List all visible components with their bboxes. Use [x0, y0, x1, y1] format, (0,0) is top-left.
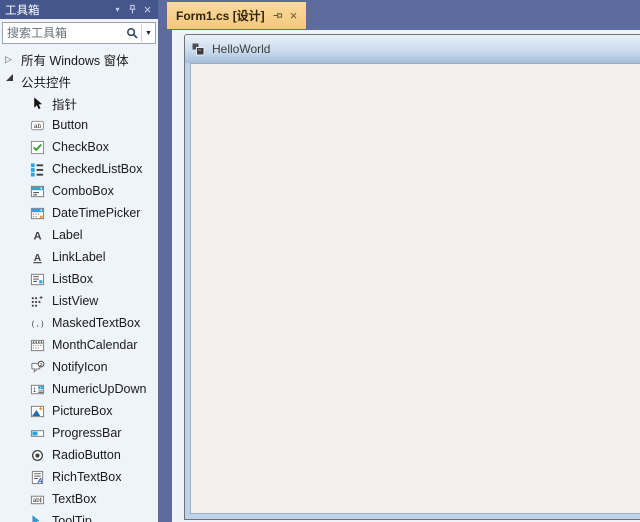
svg-text:ab: ab	[32, 497, 39, 504]
toolbox-item-label: RadioButton	[52, 448, 121, 462]
label-icon: A	[29, 227, 45, 243]
toolbox-tree: ▷ 所有 Windows 窗体公共控件指针 ab Button CheckBox Chec…	[0, 46, 158, 522]
design-form-window[interactable]: HelloWorld	[184, 34, 640, 520]
toolbox-item-linklabel[interactable]: A LinkLabel	[0, 246, 158, 268]
textbox-icon: ab	[29, 491, 45, 507]
document-tab-strip: Form1.cs [设计] ×	[172, 0, 640, 30]
toolbox-item-numericupdown[interactable]: 1 NumericUpDown	[0, 378, 158, 400]
checkbox-icon	[29, 139, 45, 155]
toolbox-search-box: ▼	[2, 22, 156, 44]
pin-icon[interactable]	[125, 2, 140, 17]
toolbox-item-label: ListView	[52, 294, 98, 308]
picturebox-icon	[29, 403, 45, 419]
environment-background-strip	[158, 0, 172, 522]
radiobutton-icon	[29, 447, 45, 463]
toolbox-item-label: MaskedTextBox	[52, 316, 140, 330]
combobox-icon	[29, 183, 45, 199]
form-title: HelloWorld	[212, 42, 270, 56]
toolbox-item-progressbar[interactable]: ProgressBar	[0, 422, 158, 444]
toolbox-item-label: CheckBox	[52, 140, 109, 154]
toolbox-group-label: 公共控件	[21, 72, 71, 91]
search-options-chevron-down-icon[interactable]: ▼	[142, 23, 155, 43]
linklabel-icon: A	[29, 249, 45, 265]
notifyicon-icon: 2	[29, 359, 45, 375]
toolbox-item-label: DateTimePicker	[52, 206, 140, 220]
forms-designer-surface[interactable]: HelloWorld	[172, 30, 640, 522]
form-title-bar[interactable]: HelloWorld	[185, 35, 640, 63]
toolbox-item-picturebox[interactable]: PictureBox	[0, 400, 158, 422]
close-icon[interactable]: ×	[290, 9, 298, 22]
toolbox-item-monthcalendar[interactable]: MonthCalendar	[0, 334, 158, 356]
tab-label: Form1.cs [设计]	[176, 7, 265, 24]
toolbox-item-listbox[interactable]: ListBox	[0, 268, 158, 290]
monthcalendar-icon	[29, 337, 45, 353]
search-icon[interactable]	[123, 23, 141, 43]
form-application-icon	[191, 42, 205, 56]
svg-text:A: A	[36, 477, 42, 484]
toolbox-item-label: RichTextBox	[52, 470, 121, 484]
toolbox-item-label: LinkLabel	[52, 250, 106, 264]
toolbox-item-label: NumericUpDown	[52, 382, 146, 396]
listview-icon	[29, 293, 45, 309]
tab-form1-designer[interactable]: Form1.cs [设计] ×	[167, 2, 306, 29]
svg-text:A: A	[33, 230, 41, 242]
toolbox-item-label: PictureBox	[52, 404, 112, 418]
toolbox-item-label: ComboBox	[52, 184, 114, 198]
window-position-icon[interactable]: ▾	[110, 2, 125, 17]
toolbox-item-notifyicon[interactable]: 2 NotifyIcon	[0, 356, 158, 378]
toolbox-item-combobox[interactable]: ComboBox	[0, 180, 158, 202]
toolbox-title: 工具箱	[5, 2, 110, 18]
toolbox-item-label: Label	[52, 228, 83, 242]
toolbox-item-label: ToolTip	[52, 514, 92, 522]
toolbox-item-label: 指针	[52, 94, 77, 113]
close-icon[interactable]: ×	[140, 2, 155, 17]
document-well: Form1.cs [设计] × HelloWorld	[172, 0, 640, 522]
toolbox-item-textbox[interactable]: ab TextBox	[0, 488, 158, 510]
toolbox-item-label: TextBox	[52, 492, 96, 506]
toolbox-item-label: NotifyIcon	[52, 360, 108, 374]
toolbox-item-tooltip[interactable]: ToolTip	[0, 510, 158, 522]
svg-text:2: 2	[39, 361, 42, 367]
tooltip-icon	[29, 513, 45, 522]
toolbox-title-bar[interactable]: 工具箱 ▾ ×	[0, 0, 158, 19]
toolbox-panel: 工具箱 ▾ × ▼ ▷ 所有 Windows 窗体公共控件指针 ab Button Ch…	[0, 0, 158, 522]
checkedlistbox-icon	[29, 161, 45, 177]
search-input[interactable]	[3, 26, 123, 40]
listbox-icon	[29, 271, 45, 287]
richtextbox-icon: A	[29, 469, 45, 485]
button-icon: ab	[29, 117, 45, 133]
toolbox-item-maskedtextbox[interactable]: (.). MaskedTextBox	[0, 312, 158, 334]
toolbox-item-label: CheckedListBox	[52, 162, 142, 176]
toolbox-item-label: ListBox	[52, 272, 93, 286]
progressbar-icon	[29, 425, 45, 441]
pin-icon[interactable]	[272, 10, 283, 21]
toolbox-item-richtextbox[interactable]: A RichTextBox	[0, 466, 158, 488]
toolbox-item-button[interactable]: ab Button	[0, 114, 158, 136]
pointer-icon	[29, 95, 45, 111]
toolbox-group-common-controls[interactable]: 公共控件	[0, 70, 158, 92]
numericupdown-icon: 1	[29, 381, 45, 397]
collapsed-triangle-icon[interactable]: ▷	[5, 55, 15, 64]
toolbox-item-pointer[interactable]: 指针	[0, 92, 158, 114]
svg-text:(.).: (.).	[30, 319, 45, 328]
toolbox-item-listview[interactable]: ListView	[0, 290, 158, 312]
toolbox-item-radiobutton[interactable]: RadioButton	[0, 444, 158, 466]
toolbox-item-datetimepicker[interactable]: DateTimePicker	[0, 202, 158, 224]
toolbox-item-checkbox[interactable]: CheckBox	[0, 136, 158, 158]
svg-text:ab: ab	[33, 123, 41, 130]
toolbox-item-label[interactable]: A Label	[0, 224, 158, 246]
toolbox-item-label: Button	[52, 118, 88, 132]
toolbox-group-label: 所有 Windows 窗体	[21, 50, 129, 69]
maskedtextbox-icon: (.).	[29, 315, 45, 331]
toolbox-item-label: MonthCalendar	[52, 338, 137, 352]
form-client-area[interactable]	[190, 63, 640, 514]
datetimepicker-icon	[29, 205, 45, 221]
toolbox-item-checkedlistbox[interactable]: CheckedListBox	[0, 158, 158, 180]
toolbox-item-label: ProgressBar	[52, 426, 121, 440]
toolbox-group-all-windows-forms[interactable]: ▷ 所有 Windows 窗体	[0, 48, 158, 70]
